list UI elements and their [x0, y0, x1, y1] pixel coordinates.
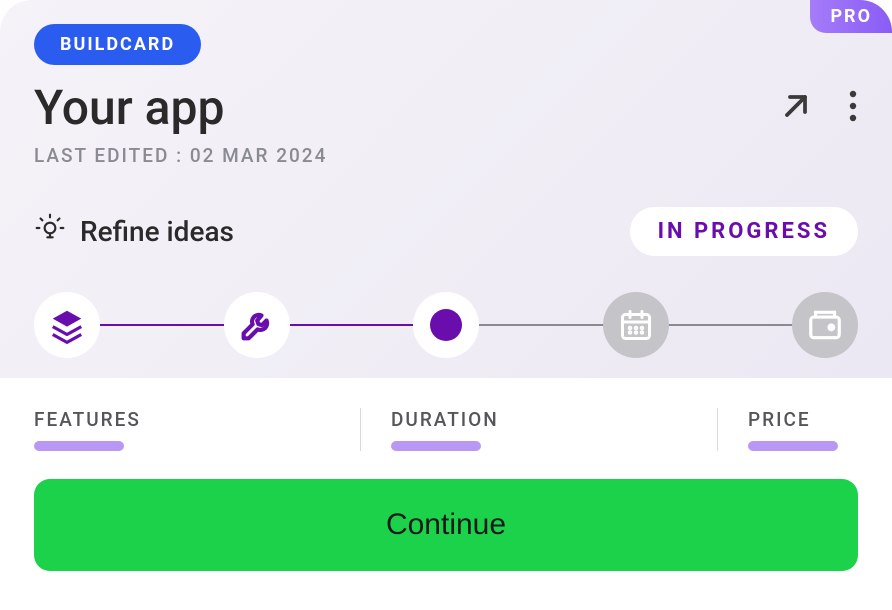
- step-current[interactable]: [413, 292, 479, 358]
- refine-label: Refine ideas: [80, 215, 234, 248]
- last-edited-label: LAST EDITED : 02 MAR 2024: [34, 144, 858, 167]
- metric-features: FEATURES: [34, 408, 330, 451]
- card-header: BUILDCARD Your app: [0, 0, 892, 378]
- continue-button[interactable]: Continue: [34, 479, 858, 571]
- loading-bar: [391, 441, 481, 451]
- metric-label: PRICE: [748, 408, 838, 431]
- metric-duration: DURATION: [391, 408, 687, 451]
- buildcard-card: PRO BUILDCARD Your app: [0, 0, 892, 610]
- current-dot-icon: [430, 309, 462, 341]
- metric-price: PRICE: [748, 408, 858, 451]
- page-title: Your app: [34, 79, 224, 136]
- calendar-icon: [618, 307, 654, 343]
- status-badge: IN PROGRESS: [630, 207, 858, 256]
- loading-bar: [34, 441, 124, 451]
- loading-bar: [748, 441, 838, 451]
- metric-label: DURATION: [391, 408, 687, 431]
- progress-stepper: [34, 292, 858, 378]
- wallet-icon: [806, 306, 844, 344]
- wrench-icon: [237, 305, 277, 345]
- step-layers[interactable]: [34, 292, 100, 358]
- pro-badge: PRO: [810, 0, 892, 33]
- step-configure[interactable]: [224, 292, 290, 358]
- buildcard-pill: BUILDCARD: [34, 24, 201, 65]
- step-schedule: [603, 292, 669, 358]
- open-external-icon[interactable]: [778, 88, 814, 128]
- metric-label: FEATURES: [34, 408, 330, 431]
- card-footer: FEATURES DURATION PRICE Continue: [0, 378, 892, 610]
- layers-icon: [48, 306, 86, 344]
- step-payment: [792, 292, 858, 358]
- lightbulb-icon: [34, 212, 66, 251]
- more-vertical-icon[interactable]: [848, 88, 858, 128]
